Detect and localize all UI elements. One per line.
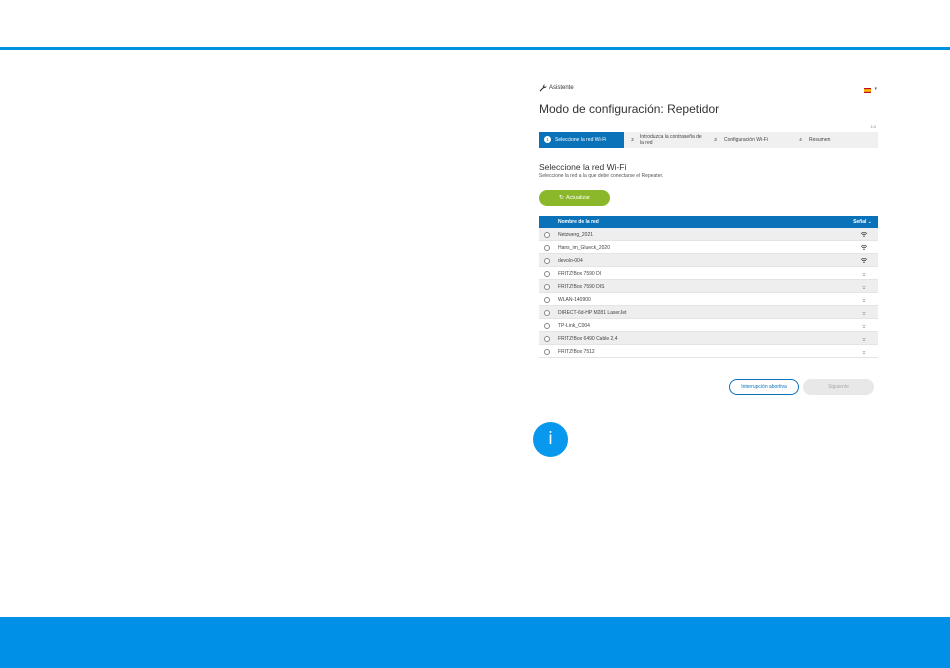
wrench-icon: [539, 84, 547, 92]
network-radio[interactable]: [544, 258, 550, 264]
spain-flag-icon[interactable]: [864, 88, 871, 93]
step-label: Resumen: [809, 137, 831, 143]
network-radio[interactable]: [544, 336, 550, 342]
step-enter-password: 2 Introduzca la contraseña de la red: [624, 132, 709, 148]
network-radio[interactable]: [544, 310, 550, 316]
network-name: FRITZ!Box 7590 DIS: [558, 284, 605, 290]
table-row[interactable]: DIRECT-6d-HP M281 LaserJet: [539, 306, 878, 319]
assistant-header: Asistente ▾: [539, 84, 878, 94]
table-row[interactable]: FRITZ!Box 7590 DI: [539, 267, 878, 280]
info-icon[interactable]: i: [533, 422, 568, 457]
network-name: Hans_im_Glueck_2020: [558, 245, 610, 251]
wifi-signal-weak-icon: [862, 273, 866, 276]
step-label: Seleccione la red Wi-Fi: [555, 137, 607, 143]
refresh-button[interactable]: ↻ Actualizar: [539, 190, 610, 206]
column-header-name[interactable]: Nombre de la red: [558, 219, 599, 225]
next-button[interactable]: Siguiente: [803, 379, 874, 395]
step-number: 1: [544, 136, 551, 143]
step-number: 4: [799, 137, 802, 142]
wifi-signal-weak-icon: [862, 338, 866, 341]
table-row[interactable]: TP-Link_C004: [539, 319, 878, 332]
page-title: Modo de configuración: Repetidor: [539, 102, 720, 116]
step-select-network: 1 Seleccione la red Wi-Fi: [539, 132, 624, 148]
refresh-icon: ↻: [558, 195, 564, 201]
network-radio[interactable]: [544, 323, 550, 329]
table-body: Netzwerg_2021 Hans_im_Glueck_2020 devolo-0…: [539, 228, 878, 358]
step-label: Introduzca la contraseña de la red: [640, 134, 702, 146]
network-name: FRITZ!Box 7512: [558, 349, 595, 355]
column-header-signal-label: Señal: [853, 219, 867, 225]
wifi-signal-strong-icon: [860, 245, 868, 250]
network-name: FRITZ!Box 7590 DI: [558, 271, 602, 277]
network-table: Nombre de la red Señal ⌄ Netzwerg_2021 Ha…: [539, 216, 878, 358]
wifi-signal-strong-icon: [860, 232, 868, 237]
network-radio[interactable]: [544, 349, 550, 355]
refresh-label: Actualizar: [565, 195, 591, 201]
footer-band: [0, 617, 950, 668]
wifi-signal-weak-icon: [862, 286, 866, 289]
column-header-signal[interactable]: Señal ⌄: [853, 219, 872, 225]
network-name: TP-Link_C004: [558, 323, 590, 329]
table-row[interactable]: Netzwerg_2021: [539, 228, 878, 241]
network-radio[interactable]: [544, 297, 550, 303]
network-name: DIRECT-6d-HP M281 LaserJet: [558, 310, 627, 316]
wifi-signal-weak-icon: [862, 312, 866, 315]
wizard-stepper: 1 Seleccione la red Wi-Fi 2 Introduzca l…: [539, 132, 878, 148]
network-name: devolo-004: [558, 258, 583, 264]
language-dropdown-caret-icon[interactable]: ▾: [874, 86, 877, 92]
section-title: Seleccione la red Wi-Fi: [539, 162, 627, 172]
network-name: Netzwerg_2021: [558, 232, 594, 238]
table-row[interactable]: FRITZ!Box 6490 Cable 2,4: [539, 332, 878, 345]
sort-arrow-icon: ⌄: [867, 219, 872, 225]
step-number: 2: [631, 137, 634, 142]
step-wifi-config: 3 Configuración Wi-Fi: [709, 132, 794, 148]
section-subtitle: Seleccione la red a la que debe conectar…: [539, 173, 664, 179]
network-radio[interactable]: [544, 245, 550, 251]
step-label: Configuración Wi-Fi: [724, 137, 768, 143]
table-row[interactable]: FRITZ!Box 7590 DIS: [539, 280, 878, 293]
step-summary: 4 Resumen: [794, 132, 878, 148]
network-name: WLAN-140900: [558, 297, 591, 303]
step-counter: 1/4: [870, 124, 876, 129]
network-radio[interactable]: [544, 284, 550, 290]
wifi-signal-weak-icon: [862, 351, 866, 354]
network-radio[interactable]: [544, 271, 550, 277]
wifi-signal-weak-icon: [862, 325, 866, 328]
table-header: Nombre de la red Señal ⌄: [539, 216, 878, 228]
wifi-signal-weak-icon: [862, 299, 866, 302]
wifi-signal-strong-icon: [860, 258, 868, 263]
step-number: 3: [714, 137, 717, 142]
table-row[interactable]: devolo-004: [539, 254, 878, 267]
network-name: FRITZ!Box 6490 Cable 2,4: [558, 336, 618, 342]
table-row[interactable]: WLAN-140900: [539, 293, 878, 306]
network-radio[interactable]: [544, 232, 550, 238]
assistant-label: Asistente: [549, 85, 574, 91]
table-row[interactable]: Hans_im_Glueck_2020: [539, 241, 878, 254]
abort-button[interactable]: Interrupción abortiva: [729, 379, 799, 395]
table-row[interactable]: FRITZ!Box 7512: [539, 345, 878, 358]
header-divider: [0, 47, 950, 50]
